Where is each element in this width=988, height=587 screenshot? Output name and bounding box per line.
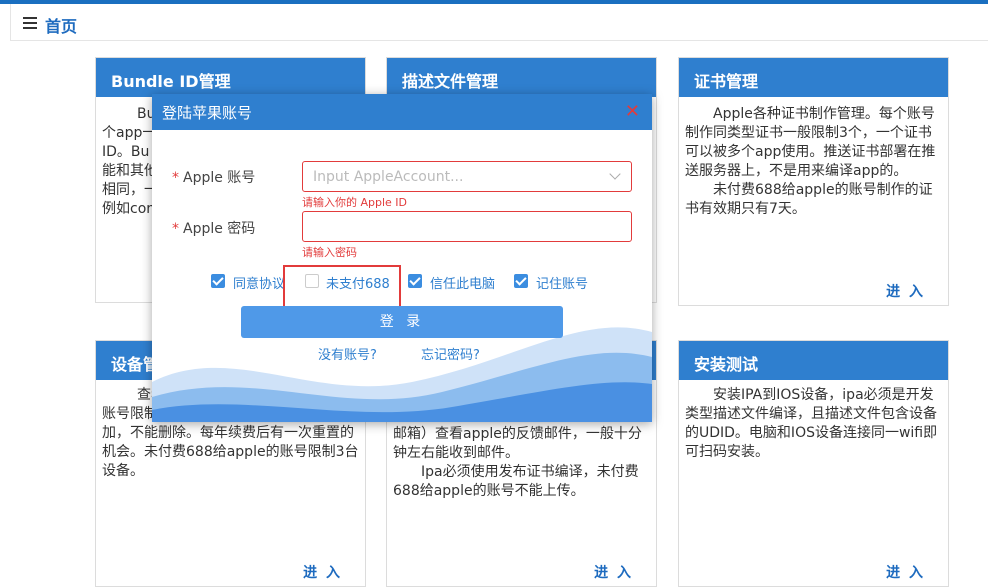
password-label-text: Apple 密码 <box>183 221 256 237</box>
login-button[interactable]: 登 录 <box>241 306 563 338</box>
card-text-line: 加，不能删除。每年续费后有一次重置的机会。未付费688给apple的账号限制3台… <box>102 425 359 479</box>
card-paragraph: 未付费688给apple的账号制作的证书有效期只有7天。 <box>685 182 933 217</box>
required-mark: * <box>172 221 179 237</box>
login-modal: 登陆苹果账号 ✕ * Apple 账号 Input AppleAccount...… <box>152 94 652 422</box>
card-text-line: 邮箱）查看apple的反馈邮件，一般十分钟左右能收到邮件。 <box>393 426 642 461</box>
page-title: 首页 <box>45 17 78 36</box>
chevron-down-icon[interactable] <box>609 168 621 180</box>
password-error: 请输入密码 <box>302 246 357 259</box>
card-body: Apple各种证书制作管理。每个账号制作同类型证书一般限制3个，一个证书可以被多… <box>679 97 948 219</box>
card-title: 描述文件管理 <box>387 58 656 97</box>
card-certificate: 证书管理 Apple各种证书制作管理。每个账号制作同类型证书一般限制3个，一个证… <box>678 57 949 306</box>
enter-link[interactable]: 进 入 <box>303 562 342 582</box>
forgot-password-link[interactable]: 忘记密码? <box>421 344 480 363</box>
enter-link[interactable]: 进 入 <box>886 562 925 582</box>
account-label: * Apple 账号 <box>172 167 255 187</box>
account-error: 请输入你的 Apple ID <box>302 196 408 209</box>
card-title: 安装测试 <box>679 341 948 380</box>
card-title: Bundle ID管理 <box>96 58 365 97</box>
card-title: 证书管理 <box>679 58 948 97</box>
close-icon[interactable]: ✕ <box>625 101 640 122</box>
card-paragraph: 安装IPA到IOS设备，ipa必须是开发类型描述文件编译，且描述文件包含设备的U… <box>685 387 938 460</box>
required-mark: * <box>172 170 179 186</box>
account-placeholder: Input AppleAccount... <box>313 169 464 185</box>
enter-link[interactable]: 进 入 <box>594 562 633 582</box>
menu-icon[interactable] <box>23 17 37 29</box>
trust-computer-label[interactable]: 信任此电脑 <box>430 273 495 292</box>
account-select[interactable]: Input AppleAccount... <box>302 161 632 192</box>
card-body: 安装IPA到IOS设备，ipa必须是开发类型描述文件编译，且描述文件包含设备的U… <box>679 380 948 462</box>
trust-computer-checkbox[interactable] <box>408 274 422 288</box>
remember-account-checkbox[interactable] <box>514 274 528 288</box>
modal-header: 登陆苹果账号 ✕ <box>152 94 652 130</box>
enter-link[interactable]: 进 入 <box>886 281 925 301</box>
page-header: 首页 <box>10 4 988 41</box>
agree-label[interactable]: 同意协议 <box>233 273 285 292</box>
password-field[interactable] <box>302 211 632 242</box>
no-account-link[interactable]: 没有账号? <box>318 344 377 363</box>
remember-account-label[interactable]: 记住账号 <box>536 273 588 292</box>
highlight-box <box>283 265 401 311</box>
card-body: 邮箱）查看apple的反馈邮件，一般十分钟左右能收到邮件。 Ipa必须使用发布证… <box>387 425 656 501</box>
card-paragraph: Ipa必须使用发布证书编译，未付费688给apple的账号不能上传。 <box>393 464 639 499</box>
card-paragraph: Apple各种证书制作管理。每个账号制作同类型证书一般限制3个，一个证书可以被多… <box>685 106 936 179</box>
password-label: * Apple 密码 <box>172 218 255 238</box>
account-label-text: Apple 账号 <box>183 170 256 186</box>
modal-title: 登陆苹果账号 <box>162 104 253 122</box>
card-install-test: 安装测试 安装IPA到IOS设备，ipa必须是开发类型描述文件编译，且描述文件包… <box>678 340 949 587</box>
agree-checkbox[interactable] <box>211 274 225 288</box>
